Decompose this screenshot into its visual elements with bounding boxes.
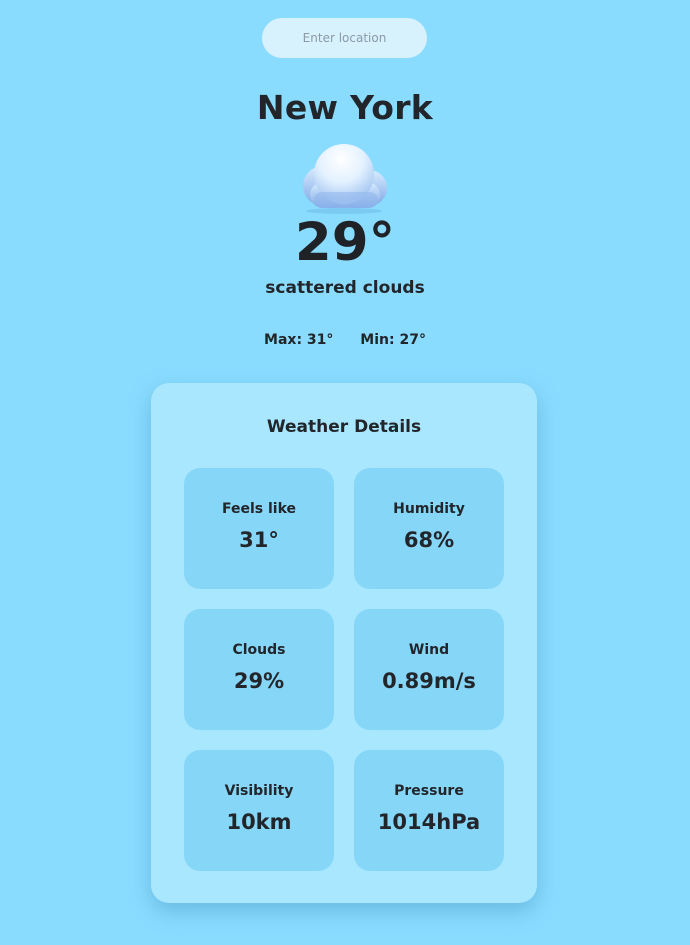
detail-tile-humidity: Humidity 68% — [354, 468, 504, 589]
detail-tile-feels-like: Feels like 31° — [184, 468, 334, 589]
weather-details-title: Weather Details — [266, 417, 422, 437]
max-temperature: Max: 31° — [264, 332, 334, 348]
weather-details-card: Weather Details Feels like 31° Humidity … — [151, 383, 537, 903]
current-temperature: 29° — [294, 212, 396, 273]
detail-tile-clouds: Clouds 29% — [184, 609, 334, 730]
detail-label: Visibility — [224, 783, 294, 799]
location-search-input[interactable] — [262, 18, 427, 58]
detail-value: 10km — [226, 810, 292, 834]
temperature-range: Max: 31° Min: 27° — [0, 332, 690, 348]
detail-value: 31° — [239, 528, 279, 552]
detail-label: Clouds — [232, 642, 286, 658]
cloud-icon — [303, 144, 387, 214]
detail-tile-visibility: Visibility 10km — [184, 750, 334, 871]
detail-value: 68% — [403, 528, 455, 552]
detail-value: 0.89m/s — [382, 669, 476, 693]
detail-label: Pressure — [394, 783, 464, 799]
weather-description: scattered clouds — [265, 278, 425, 298]
detail-label: Humidity — [393, 501, 465, 517]
detail-value: 1014hPa — [377, 810, 481, 834]
detail-label: Feels like — [221, 501, 297, 517]
min-temperature: Min: 27° — [360, 332, 426, 348]
detail-label: Wind — [408, 642, 450, 658]
detail-tile-wind: Wind 0.89m/s — [354, 609, 504, 730]
detail-value: 29% — [233, 669, 285, 693]
city-name: New York — [256, 88, 434, 127]
detail-tile-pressure: Pressure 1014hPa — [354, 750, 504, 871]
